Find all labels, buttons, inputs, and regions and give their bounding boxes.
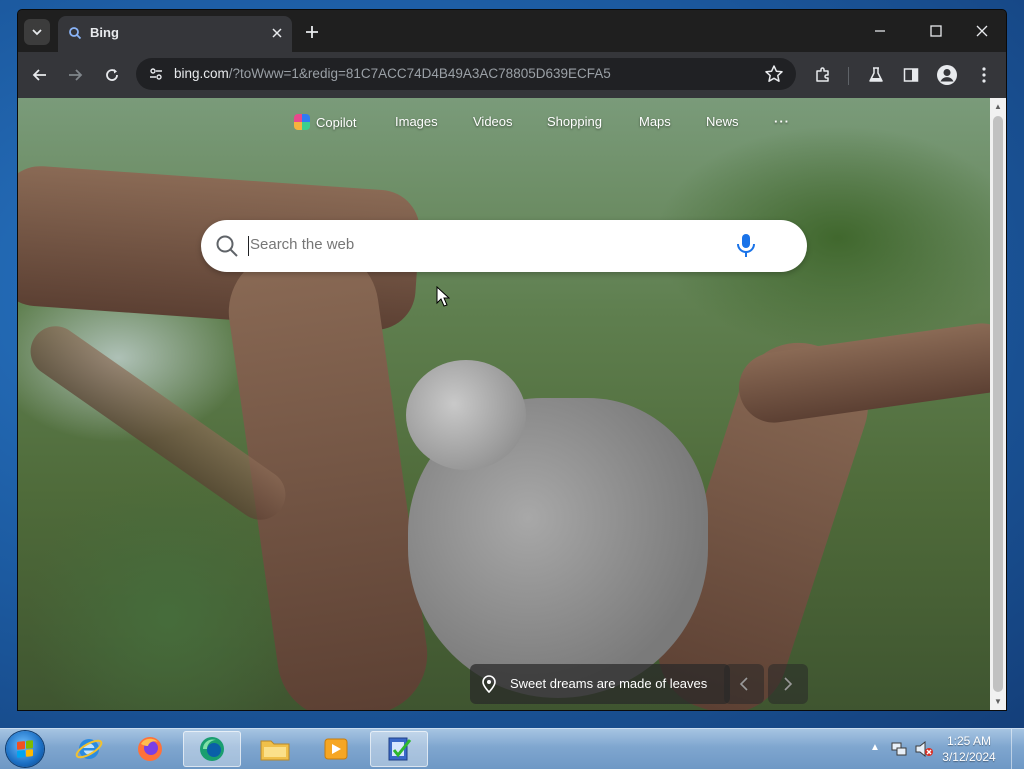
taskbar-firefox[interactable] — [121, 731, 179, 767]
search-box[interactable]: Search the web — [201, 220, 807, 272]
location-pin-icon — [482, 675, 496, 698]
clock-date: 3/12/2024 — [942, 750, 996, 764]
taskbar: ▲ 1:25 AM 3/12/2024 — [0, 728, 1024, 769]
toolbar-divider — [848, 67, 849, 85]
side-panel-button[interactable] — [898, 62, 924, 88]
plus-icon — [306, 26, 318, 38]
tab-search-button[interactable] — [24, 19, 50, 45]
tray-expand-icon[interactable]: ▲ — [870, 742, 880, 753]
show-desktop-button[interactable] — [1011, 729, 1024, 769]
side-panel-icon — [903, 68, 919, 82]
nav-images[interactable]: Images — [395, 114, 438, 129]
scroll-up-icon[interactable]: ▲ — [993, 101, 1003, 111]
chevron-right-icon — [784, 677, 793, 691]
network-icon[interactable] — [890, 740, 908, 763]
flask-icon — [869, 67, 883, 82]
media-player-icon — [324, 738, 348, 760]
profile-button[interactable] — [934, 62, 960, 88]
arrow-left-icon — [32, 69, 46, 81]
nav-copilot[interactable]: Copilot — [294, 114, 356, 130]
puzzle-icon — [816, 67, 829, 82]
tab-strip: Bing — [18, 10, 1006, 52]
mouse-cursor-icon — [436, 285, 451, 313]
start-button[interactable] — [6, 731, 44, 767]
site-info-icon[interactable] — [148, 66, 164, 87]
menu-button[interactable] — [971, 62, 997, 88]
nav-maps[interactable]: Maps — [639, 114, 671, 129]
search-icon — [68, 26, 82, 45]
clock-time: 1:25 AM — [946, 734, 992, 748]
nav-more-button[interactable]: ··· — [774, 114, 790, 129]
address-bar[interactable]: bing.com/?toWww=1&redig=81C7ACC74D4B49A3… — [136, 58, 796, 90]
koala-head — [406, 360, 526, 470]
close-icon — [976, 25, 988, 37]
firefox-icon — [138, 737, 162, 761]
image-caption[interactable]: Sweet dreams are made of leaves — [470, 664, 730, 704]
avatar-icon — [937, 65, 957, 85]
browser-window: Bing bing.com/?toWww=1&redig=81C7ACC74D4… — [18, 10, 1006, 710]
arrow-right-icon — [69, 69, 83, 81]
minimize-icon — [875, 30, 885, 32]
taskbar-internet-explorer[interactable] — [60, 731, 118, 767]
bing-nav: Copilot Images Videos Shopping Maps News… — [18, 114, 990, 138]
scrollbar-thumb[interactable] — [993, 116, 1003, 692]
internet-explorer-icon — [75, 739, 103, 759]
nav-news[interactable]: News — [706, 114, 739, 129]
new-tab-button[interactable] — [302, 22, 322, 42]
nav-copilot-label: Copilot — [316, 115, 357, 130]
url-path: /?toWww=1&redig=81C7ACC74D4B49A3AC78805D… — [228, 66, 611, 81]
back-button[interactable] — [27, 62, 53, 88]
reload-icon — [106, 69, 118, 81]
bookmark-star-icon[interactable] — [764, 64, 784, 89]
previous-image-button[interactable] — [724, 664, 764, 704]
volume-muted-icon[interactable] — [914, 740, 934, 763]
more-vertical-icon — [982, 67, 986, 83]
url-host: bing.com — [174, 66, 229, 81]
bing-homepage: Copilot Images Videos Shopping Maps News… — [18, 98, 990, 710]
maximize-icon — [930, 25, 942, 37]
checklist-icon — [388, 737, 412, 761]
taskbar-media-player[interactable] — [307, 731, 365, 767]
clock[interactable]: 1:25 AM 3/12/2024 — [936, 733, 1002, 765]
taskbar-task-app[interactable] — [370, 731, 428, 767]
close-tab-icon[interactable] — [268, 24, 286, 42]
labs-button[interactable] — [863, 62, 889, 88]
caption-text: Sweet dreams are made of leaves — [510, 676, 708, 691]
maximize-button[interactable] — [916, 18, 956, 44]
copilot-icon — [294, 114, 310, 130]
chevron-left-icon — [739, 677, 748, 691]
minimize-button[interactable] — [860, 18, 900, 44]
tab-bing[interactable]: Bing — [58, 16, 292, 52]
browser-toolbar: bing.com/?toWww=1&redig=81C7ACC74D4B49A3… — [18, 52, 1006, 98]
windows-logo-icon — [17, 740, 33, 758]
url-text: bing.com/?toWww=1&redig=81C7ACC74D4B49A3… — [174, 66, 611, 81]
extensions-button[interactable] — [810, 62, 836, 88]
microphone-icon[interactable] — [735, 232, 757, 265]
next-image-button[interactable] — [768, 664, 808, 704]
tab-title: Bing — [90, 25, 119, 40]
text-caret — [248, 236, 249, 256]
search-icon — [215, 234, 239, 263]
page-scrollbar[interactable]: ▲ ▼ — [990, 98, 1006, 710]
edge-icon — [200, 737, 224, 761]
forward-button[interactable] — [62, 62, 88, 88]
taskbar-edge[interactable] — [183, 731, 241, 767]
close-window-button[interactable] — [962, 18, 1002, 44]
folder-icon — [260, 740, 290, 761]
scroll-down-icon[interactable]: ▼ — [993, 696, 1003, 706]
search-input[interactable]: Search the web — [250, 236, 354, 253]
nav-videos[interactable]: Videos — [473, 114, 513, 129]
nav-shopping[interactable]: Shopping — [547, 114, 602, 129]
chevron-down-icon — [32, 29, 42, 36]
reload-button[interactable] — [99, 62, 125, 88]
taskbar-file-explorer[interactable] — [246, 731, 304, 767]
